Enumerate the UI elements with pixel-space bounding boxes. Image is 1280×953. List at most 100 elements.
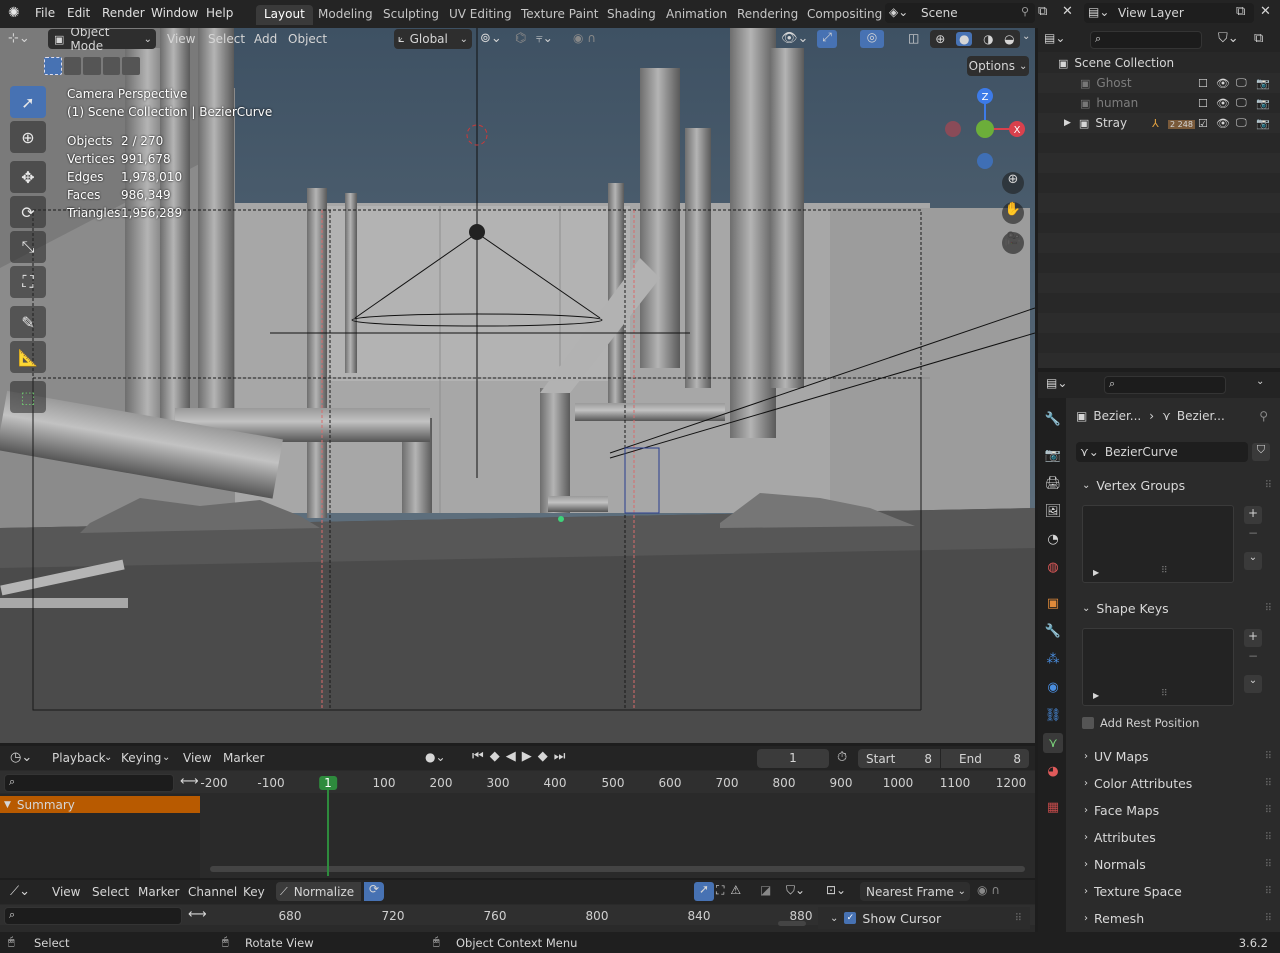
eye-icon[interactable]: 👁 bbox=[1216, 77, 1230, 90]
drag-handle-icon[interactable]: ⠿ bbox=[1265, 886, 1272, 897]
snap-mode-dropdown[interactable]: Nearest Frame ⌄ bbox=[860, 882, 970, 901]
overlays-icon[interactable]: ◎ bbox=[860, 30, 884, 48]
end-frame-field[interactable]: End 8 bbox=[941, 749, 1029, 768]
pin-icon[interactable]: ⚲ bbox=[1259, 409, 1268, 423]
tab-rendering[interactable]: Rendering bbox=[729, 5, 806, 25]
move-tool[interactable]: ✥ bbox=[10, 161, 46, 193]
constraints-tab-icon[interactable]: ⛓ bbox=[1043, 705, 1063, 725]
select-new-icon[interactable] bbox=[44, 57, 62, 75]
proportional-edit-icon[interactable]: ◉ ∩ bbox=[573, 31, 596, 45]
panel-normals[interactable]: › Normals ⠿ bbox=[1076, 853, 1272, 875]
timeline-search-input[interactable]: ⌕ bbox=[4, 774, 174, 792]
panel-face-maps[interactable]: › Face Maps ⠿ bbox=[1076, 799, 1272, 821]
list-resize-icon[interactable]: ⠿ bbox=[1161, 689, 1168, 699]
viewport-menu-view[interactable]: View bbox=[167, 32, 195, 46]
expand-arrow-icon[interactable]: ▼ bbox=[4, 800, 11, 810]
menu-render[interactable]: Render bbox=[102, 6, 145, 20]
eye-icon[interactable]: 👁 bbox=[1216, 97, 1230, 110]
timeline-editor-icon[interactable]: ◷⌄ bbox=[10, 750, 32, 765]
tab-animation[interactable]: Animation bbox=[658, 5, 735, 25]
normalize-toggle[interactable]: ⟋ Normalize bbox=[276, 882, 361, 901]
swap-arrows-icon[interactable]: ⟷ bbox=[180, 774, 199, 789]
scene-tab-icon[interactable]: ◔ bbox=[1043, 529, 1063, 549]
add-shape-key-icon[interactable]: + bbox=[1244, 629, 1262, 647]
snap-target-icon[interactable]: ⫧⌄ bbox=[536, 31, 553, 46]
add-cube-tool[interactable]: ⬚ bbox=[10, 381, 46, 413]
viewport-menu-select[interactable]: Select bbox=[208, 32, 245, 46]
tab-texture-paint[interactable]: Texture Paint bbox=[513, 5, 606, 25]
panel-texture-space[interactable]: › Texture Space ⠿ bbox=[1076, 880, 1272, 902]
panel-uv-maps[interactable]: › UV Maps ⠿ bbox=[1076, 745, 1272, 767]
menu-window[interactable]: Window bbox=[151, 6, 198, 20]
proportional-edit-icon[interactable]: ◉ ∩ bbox=[977, 883, 1000, 897]
viewport-menu-add[interactable]: Add bbox=[254, 32, 277, 46]
panel-shape-keys[interactable]: ⌄ Shape Keys ⠿ bbox=[1076, 597, 1272, 619]
graph-menu-view[interactable]: View bbox=[52, 885, 80, 899]
panel-color-attributes[interactable]: › Color Attributes ⠿ bbox=[1076, 772, 1272, 794]
select-extend-icon[interactable] bbox=[63, 57, 82, 75]
expand-arrow-icon[interactable]: ▶ bbox=[1064, 118, 1071, 128]
timeline-menu-marker[interactable]: Marker bbox=[223, 751, 264, 765]
select-box-tool[interactable]: ➚ bbox=[10, 86, 46, 118]
filter-icon[interactable]: ⛉⌄ bbox=[1218, 31, 1239, 46]
transform-orientation[interactable]: ⟀ Global ⌄ bbox=[394, 29, 472, 49]
select-mode-group[interactable] bbox=[44, 57, 141, 75]
properties-search-input[interactable]: ⌕ bbox=[1104, 376, 1226, 394]
new-view-layer-icon[interactable]: ⧉ bbox=[1236, 4, 1245, 19]
wireframe-shading-icon[interactable]: ⊕ bbox=[935, 32, 945, 46]
render-disable-icon[interactable]: 📷 bbox=[1256, 117, 1270, 130]
vertex-group-menu-icon[interactable]: ⌄ bbox=[1244, 552, 1262, 570]
list-expand-icon[interactable]: ▶ bbox=[1093, 568, 1099, 577]
gizmo-toggle-icon[interactable]: ⤢ bbox=[817, 30, 837, 48]
viewport-disable-icon[interactable]: 🖵 bbox=[1236, 76, 1247, 90]
render-disable-icon[interactable]: 📷 bbox=[1256, 97, 1270, 110]
select-subtract-icon[interactable] bbox=[83, 57, 101, 75]
exclude-checkbox[interactable]: ☐ bbox=[1198, 97, 1208, 110]
graph-menu-channel[interactable]: Channel bbox=[188, 885, 237, 899]
start-frame-field[interactable]: Start 8 bbox=[858, 749, 940, 768]
ghost-curves-icon[interactable]: ◪ bbox=[760, 883, 771, 897]
snap-icon[interactable]: ⌬ bbox=[515, 31, 526, 46]
select-invert-icon[interactable] bbox=[102, 57, 121, 75]
blender-logo-icon[interactable]: ✺ bbox=[8, 5, 20, 21]
pivot-icon[interactable]: ⊚⌄ bbox=[480, 31, 502, 46]
scale-tool[interactable]: ⤡ bbox=[10, 231, 46, 263]
select-intersect-icon[interactable] bbox=[122, 57, 141, 75]
timeline-menu-keying[interactable]: Keying bbox=[121, 751, 161, 765]
outliner-row-stray[interactable]: ▶ ▣ Stray ⅄ 2 248 ☑ 👁 🖵 📷 bbox=[1038, 113, 1280, 133]
graph-menu-marker[interactable]: Marker bbox=[138, 885, 179, 899]
new-scene-icon[interactable]: ⧉ bbox=[1038, 4, 1047, 19]
drag-handle-icon[interactable]: ⠿ bbox=[1015, 913, 1022, 924]
fake-user-shield-icon[interactable]: ⛉ bbox=[1252, 443, 1270, 461]
particles-tab-icon[interactable]: ⁂ bbox=[1043, 649, 1063, 669]
scene-selector[interactable]: ◈⌄ Scene ⚲ bbox=[885, 3, 1035, 23]
remove-shape-key-icon[interactable]: − bbox=[1244, 649, 1262, 667]
xray-icon[interactable]: ◫ bbox=[908, 31, 919, 45]
output-tab-icon[interactable]: 🖨 bbox=[1043, 473, 1063, 493]
chevron-down-icon[interactable]: ⌄ bbox=[1256, 376, 1264, 387]
material-tab-icon[interactable]: ◕ bbox=[1043, 761, 1063, 781]
drag-handle-icon[interactable]: ⠿ bbox=[1265, 805, 1272, 816]
vertex-groups-list[interactable]: ▶ ⠿ bbox=[1082, 505, 1234, 583]
render-disable-icon[interactable]: 📷 bbox=[1256, 77, 1270, 90]
drag-handle-icon[interactable]: ⠿ bbox=[1265, 859, 1272, 870]
cursor-tool[interactable]: ⊕ bbox=[10, 121, 46, 153]
pivot-point-icon[interactable]: ⊡⌄ bbox=[826, 883, 846, 897]
add-rest-position-checkbox[interactable] bbox=[1082, 717, 1094, 729]
drag-handle-icon[interactable]: ⠿ bbox=[1265, 603, 1272, 614]
graph-editor-icon[interactable]: ⟋⌄ bbox=[10, 884, 30, 899]
swap-arrows-icon[interactable]: ⟷ bbox=[188, 907, 207, 922]
drag-handle-icon[interactable]: ⠿ bbox=[1265, 480, 1272, 491]
preview-range-icon[interactable]: ⏱ bbox=[837, 750, 847, 765]
panel-vertex-groups[interactable]: ⌄ Vertex Groups ⠿ bbox=[1076, 474, 1272, 496]
mode-selector[interactable]: ▣ Object Mode ⌄ bbox=[48, 28, 156, 53]
tab-layout[interactable]: Layout bbox=[256, 5, 313, 25]
add-vertex-group-icon[interactable]: + bbox=[1244, 506, 1262, 524]
rendered-shading-icon[interactable]: ◒ bbox=[1004, 32, 1014, 46]
panel-remesh[interactable]: › Remesh ⠿ bbox=[1076, 907, 1272, 929]
menu-help[interactable]: Help bbox=[206, 6, 233, 20]
texture-tab-icon[interactable]: ▦ bbox=[1043, 797, 1063, 817]
annotate-tool[interactable]: ✎ bbox=[10, 306, 46, 338]
modifier-tab-icon[interactable]: 🔧 bbox=[1043, 621, 1063, 641]
drag-handle-icon[interactable]: ⠿ bbox=[1265, 832, 1272, 843]
